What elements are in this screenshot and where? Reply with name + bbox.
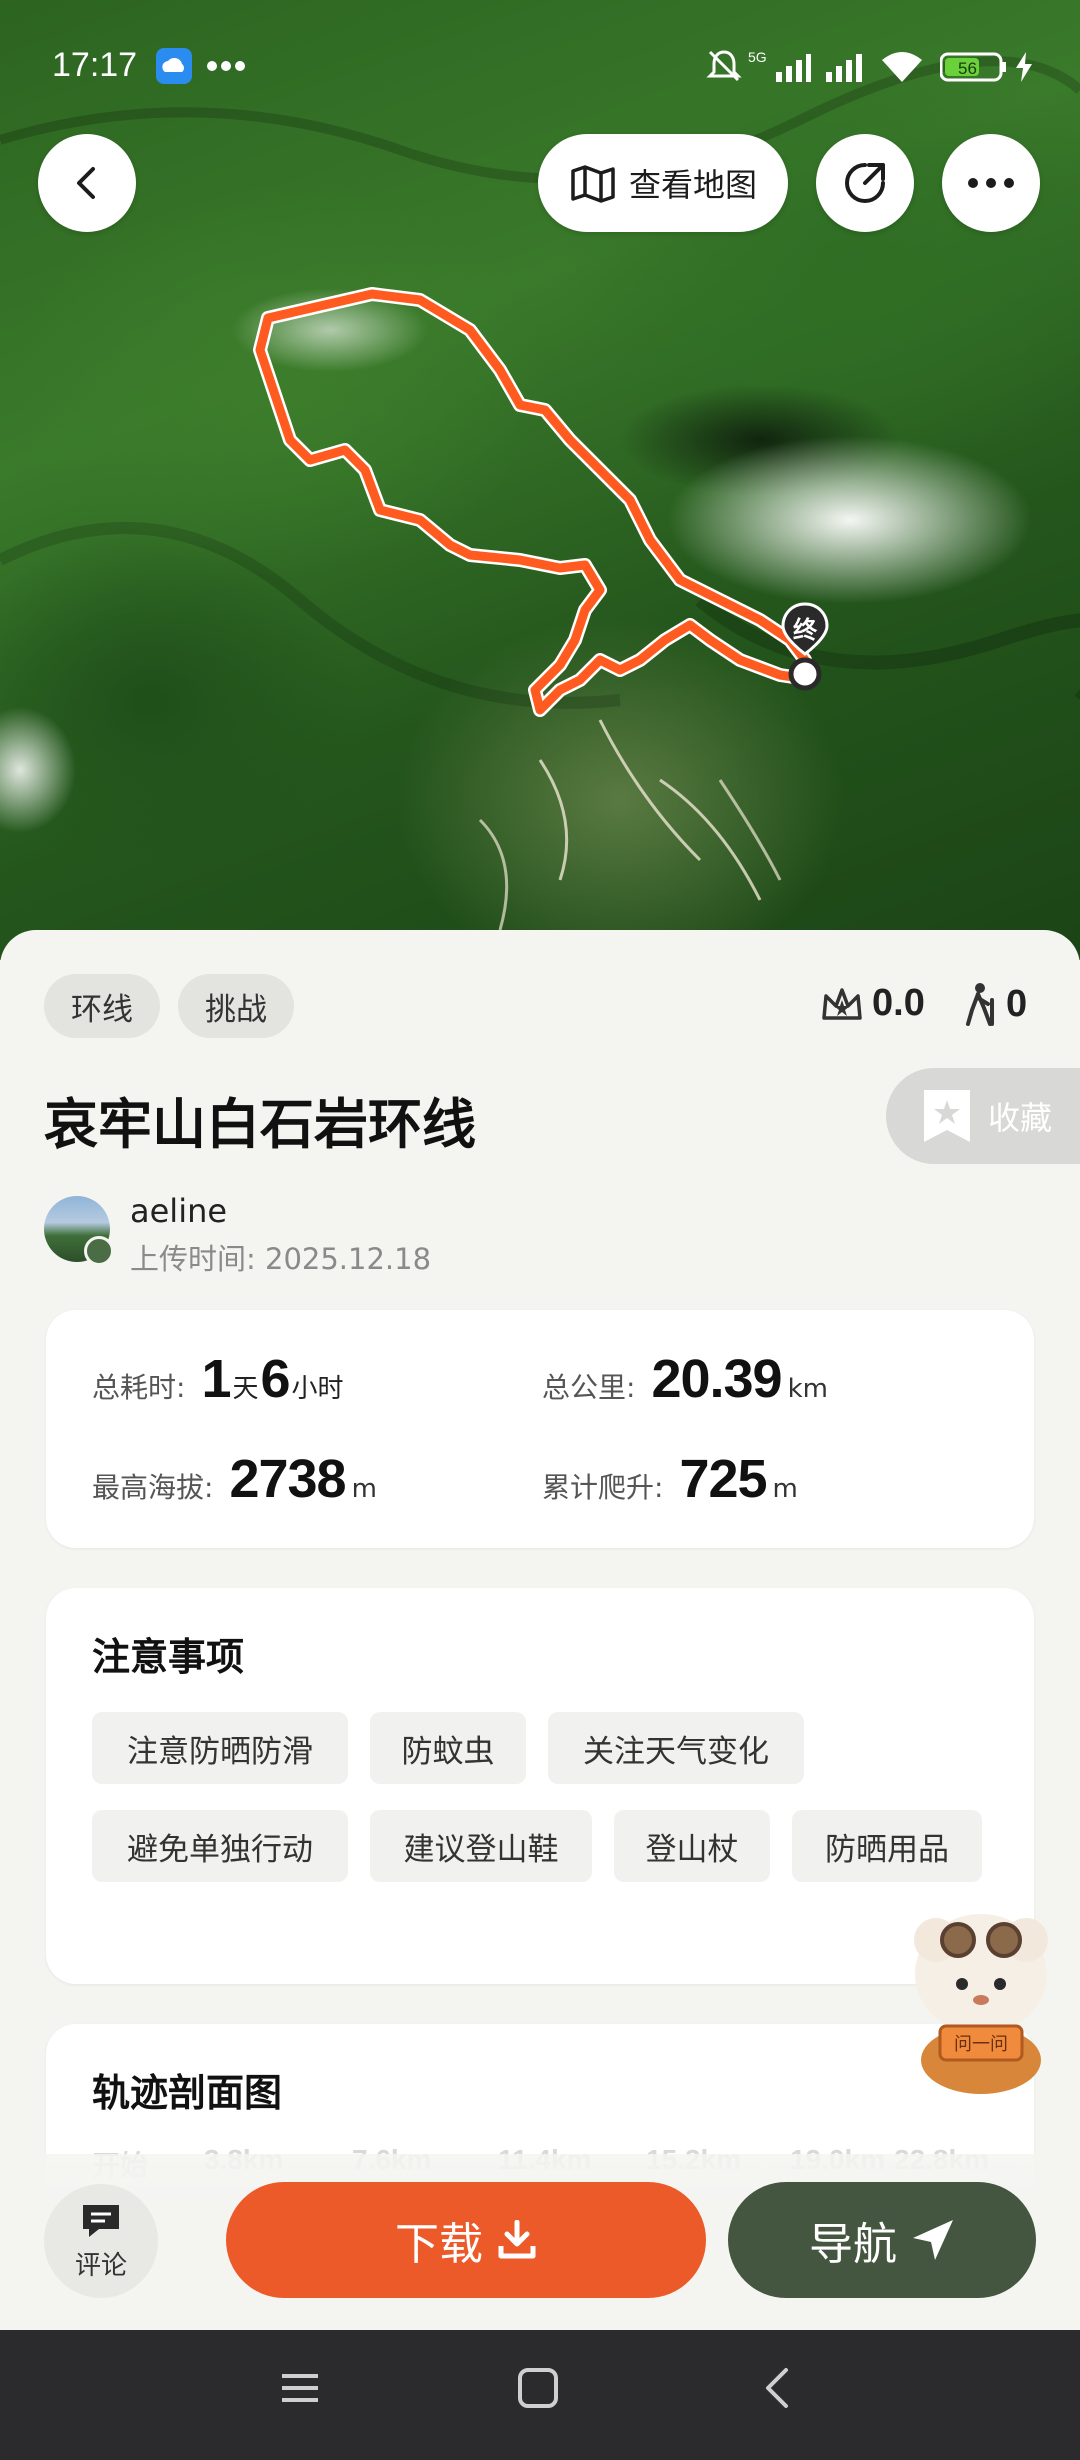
status-bar: 17:17 5G 56 [0, 0, 1080, 130]
profile-title: 轨迹剖面图 [92, 2071, 283, 2115]
tag-loop[interactable]: 环线 [44, 974, 160, 1038]
navigate-button[interactable]: 导航 [728, 2182, 1036, 2298]
menu-icon[interactable] [278, 2366, 322, 2414]
favorite-label: 收藏 [988, 1099, 1053, 1137]
home-icon[interactable] [516, 2366, 560, 2414]
back-nav-icon[interactable] [756, 2366, 800, 2414]
signal-icon [824, 48, 872, 88]
note-chip: 避免单独行动 [92, 1810, 348, 1882]
end-marker-label: 终 [793, 616, 817, 644]
chevron-left-icon [77, 167, 95, 199]
favorite-button[interactable]: 收藏 [886, 1068, 1080, 1164]
duration-days: 1 [201, 1349, 231, 1409]
download-button[interactable]: 下载 [226, 2182, 706, 2298]
metric-total-climb: 累计爬升: 725 m [542, 1448, 798, 1510]
navigate-label: 导航 [809, 2219, 897, 2270]
bookmark-star-icon [924, 1090, 970, 1142]
share-icon [845, 163, 885, 203]
note-chip: 建议登山鞋 [370, 1810, 592, 1882]
distance-label: 总公里: [542, 1371, 636, 1404]
metric-duration: 总耗时: 1 天 6 小时 [92, 1348, 346, 1410]
duration-days-unit: 天 [232, 1374, 259, 1404]
download-label: 下载 [395, 2219, 483, 2270]
notes-title: 注意事项 [92, 1635, 245, 1679]
climb-value: 725 [679, 1449, 767, 1509]
comment-button[interactable]: 评论 [44, 2184, 158, 2298]
charging-icon [1014, 52, 1034, 86]
climb-unit: m [772, 1474, 798, 1504]
end-marker[interactable]: 终 [780, 602, 830, 692]
sheep-mascot-icon: 问一问 [914, 1914, 1048, 2094]
hikers-value: 0 [1006, 982, 1028, 1025]
avatar[interactable] [44, 1196, 114, 1266]
more-notifications-icon [206, 58, 246, 78]
wifi-icon [880, 48, 924, 88]
system-navigation-bar [0, 2330, 1080, 2460]
upload-time: 上传时间: 2025.12.18 [130, 1242, 432, 1276]
route-map[interactable]: 终 17:17 5G 56 查看地图 [0, 0, 1080, 960]
climb-label: 累计爬升: [542, 1471, 664, 1504]
metrics-card [46, 1310, 1034, 1548]
share-button[interactable] [816, 134, 914, 232]
note-chip: 防晒用品 [792, 1810, 982, 1882]
route-title: 哀牢山白石岩环线 [44, 1093, 476, 1156]
metric-max-altitude: 最高海拔: 2738 m [92, 1448, 377, 1510]
tag-challenge[interactable]: 挑战 [178, 974, 294, 1038]
max-altitude-value: 2738 [229, 1449, 346, 1509]
note-chip: 防蚊虫 [370, 1712, 526, 1784]
download-icon [498, 2220, 536, 2259]
crown-icon [822, 987, 862, 1020]
map-icon [571, 165, 615, 203]
distance-unit: km [787, 1374, 828, 1404]
note-chip: 登山杖 [614, 1810, 770, 1882]
duration-hours: 6 [260, 1349, 291, 1409]
distance-value: 20.39 [651, 1349, 782, 1409]
battery-level: 56 [958, 59, 977, 78]
route-track [253, 287, 812, 717]
view-map-button[interactable]: 查看地图 [538, 134, 788, 232]
back-button[interactable] [38, 134, 136, 232]
assistant-mascot[interactable]: 问一问 [896, 1900, 1066, 2100]
view-map-label: 查看地图 [628, 166, 757, 204]
more-options-button[interactable] [942, 134, 1040, 232]
note-chip: 关注天气变化 [548, 1712, 804, 1784]
hiker-icon [966, 983, 994, 1026]
comment-label: 评论 [74, 2250, 127, 2281]
signal-5g-icon: 5G [748, 48, 812, 88]
max-altitude-unit: m [351, 1474, 377, 1504]
more-icon [968, 178, 1014, 188]
navigation-arrow-icon [913, 2220, 953, 2260]
battery-icon: 56 [939, 48, 1010, 88]
cloud-icon [156, 48, 192, 88]
hikers-stat: 0 [962, 982, 1027, 1026]
rating-value: 0.0 [872, 982, 925, 1024]
metric-distance: 总公里: 20.39 km [542, 1348, 828, 1410]
note-chip: 注意防晒防滑 [92, 1712, 348, 1784]
avatar-badge-icon [84, 1236, 114, 1266]
status-time: 17:17 [52, 46, 138, 84]
duration-label: 总耗时: [92, 1371, 186, 1404]
mute-bell-icon [706, 48, 742, 88]
max-altitude-label: 最高海拔: [92, 1471, 214, 1504]
network-label: 5G [748, 49, 767, 65]
duration-hours-unit: 小时 [291, 1374, 344, 1404]
comment-icon [83, 2204, 119, 2237]
author-name[interactable]: aeline [130, 1192, 227, 1230]
rating-stat: 0.0 [820, 982, 925, 1025]
svg-text:问一问: 问一问 [954, 2034, 1008, 2055]
